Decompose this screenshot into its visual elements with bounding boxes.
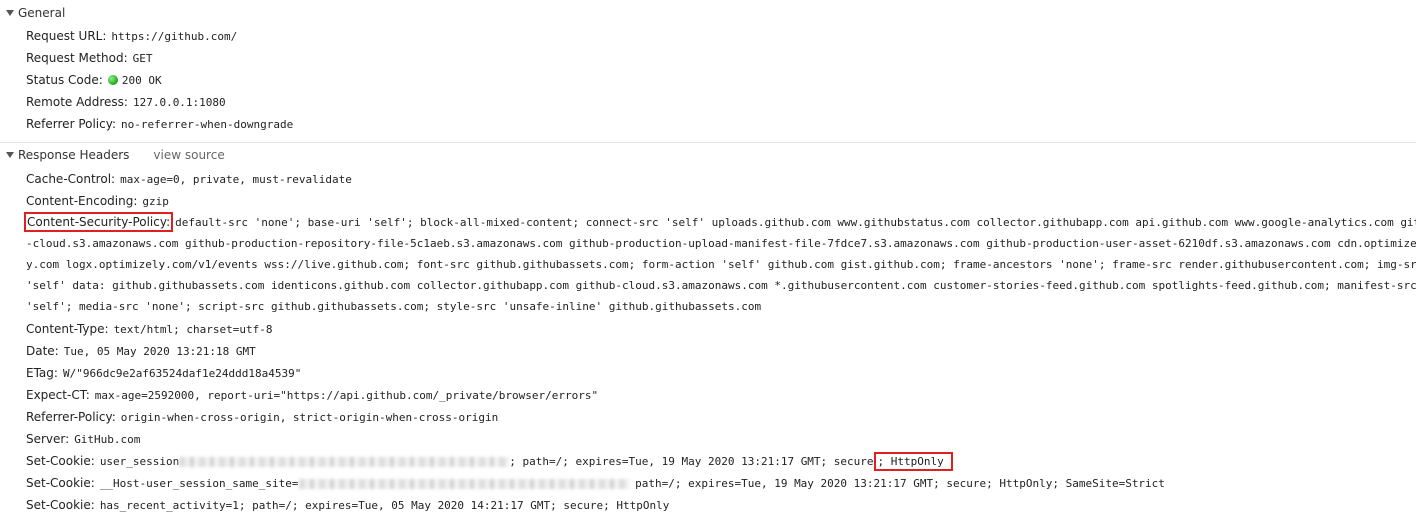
header-key: Expect-CT: [26,388,90,402]
triangle-down-icon [6,152,14,158]
cookie-name: user_session [99,455,180,468]
set-cookie-row-3: Set-Cookie: has_recent_activity=1; path=/… [26,494,669,516]
header-key: Remote Address: [26,95,128,109]
csp-key-highlight: Content-Security-Policy: [24,212,174,232]
set-cookie-row-1: Set-Cookie: user_session ; path=/; expires… [26,450,953,472]
csp-line-3: y.com logx.optimizely.com/v1/events wss:… [26,258,1416,271]
header-key: Date: [26,344,59,358]
content-encoding-row: Content-Encoding: gzip [26,190,169,212]
date-row: Date: Tue, 05 May 2020 13:21:18 GMT [26,340,256,362]
header-value: text/html; charset=utf-8 [113,323,273,336]
status-code-row: Status Code: 200 OK [26,69,162,91]
header-value: origin-when-cross-origin, strict-origin-… [120,411,499,424]
cookie-attrs: ; path=/; expires=Tue, 19 May 2020 13:21… [509,455,874,468]
header-value: GitHub.com [74,433,141,446]
set-cookie-row-2: Set-Cookie: __Host-user_session_same_site… [26,472,1165,494]
header-value: https://github.com/ [111,30,238,43]
cookie-attrs: path=/; expires=Tue, 19 May 2020 13:21:1… [628,477,1165,490]
cookie-name: __Host-user_session_same_site= [99,477,299,490]
header-value: user_session ; path=/; expires=Tue, 19 Ma… [99,452,953,471]
header-key: Set-Cookie: [26,454,95,468]
general-title: General [18,6,66,20]
header-key: Request Method: [26,51,128,65]
green-dot-icon [107,75,118,85]
header-value: GET [132,52,153,65]
header-value: Tue, 05 May 2020 13:21:18 GMT [63,345,256,358]
status-text: 200 OK [121,74,162,87]
header-key: Status Code: [26,73,103,87]
csp-value: default-src 'none'; base-uri 'self'; blo… [175,216,1416,229]
header-key: Referrer Policy: [26,117,116,131]
header-value: 127.0.0.1:1080 [132,96,226,109]
csp-line-2: -cloud.s3.amazonaws.com github-productio… [26,237,1416,250]
view-source-link[interactable]: view source [153,148,224,162]
redacted-blur [298,479,629,489]
header-key: Content-Type: [26,322,109,336]
header-value: max-age=0, private, must-revalidate [120,173,352,186]
header-value: max-age=2592000, report-uri="https://api… [94,389,599,402]
etag-row: ETag: W/"966dc9e2af63524daf1e24ddd18a4539… [26,362,301,384]
header-key: Cache-Control: [26,172,116,186]
response-headers-section-header[interactable]: Response Headers view source [0,144,1416,166]
header-key: Set-Cookie: [26,498,95,512]
header-value: has_recent_activity=1; path=/; expires=T… [99,499,670,512]
triangle-down-icon [6,10,14,16]
request-url-row: Request URL: https://github.com/ [26,25,237,47]
server-row: Server: GitHub.com [26,428,140,450]
remote-address-row: Remote Address: 127.0.0.1:1080 [26,91,226,113]
referrer-policy-header-row: Referrer-Policy: origin-when-cross-origin… [26,406,498,428]
expect-ct-row: Expect-CT: max-age=2592000, report-uri="h… [26,384,598,406]
response-headers-title: Response Headers [18,148,130,162]
referrer-policy-row: Referrer Policy: no-referrer-when-downgra… [26,113,293,135]
request-method-row: Request Method: GET [26,47,152,69]
csp-line-1: Content-Security-Policy: default-src 'non… [24,212,1416,233]
header-key: Referrer-Policy: [26,410,116,424]
content-type-row: Content-Type: text/html; charset=utf-8 [26,318,273,340]
csp-line-4: 'self' data: github.githubassets.com ide… [26,279,1416,292]
httponly-highlight: ; HttpOnly [873,452,953,471]
header-key: ETag: [26,366,58,380]
section-divider [0,142,1416,143]
header-key: Content-Encoding: [26,194,138,208]
header-value: __Host-user_session_same_site= path=/; e… [100,477,1165,490]
header-value: 200 OK [107,74,162,87]
redacted-blur [179,457,510,467]
header-value: W/"966dc9e2af63524daf1e24ddd18a4539" [62,367,302,380]
header-key: Request URL: [26,29,107,43]
header-value: gzip [142,195,169,208]
cache-control-row: Cache-Control: max-age=0, private, must-r… [26,168,352,190]
csp-line-5: 'self'; media-src 'none'; script-src git… [26,300,762,313]
header-key: Server: [26,432,70,446]
header-value: no-referrer-when-downgrade [121,118,294,131]
header-key: Set-Cookie: [26,476,95,490]
general-section-header[interactable]: General [0,2,1416,24]
